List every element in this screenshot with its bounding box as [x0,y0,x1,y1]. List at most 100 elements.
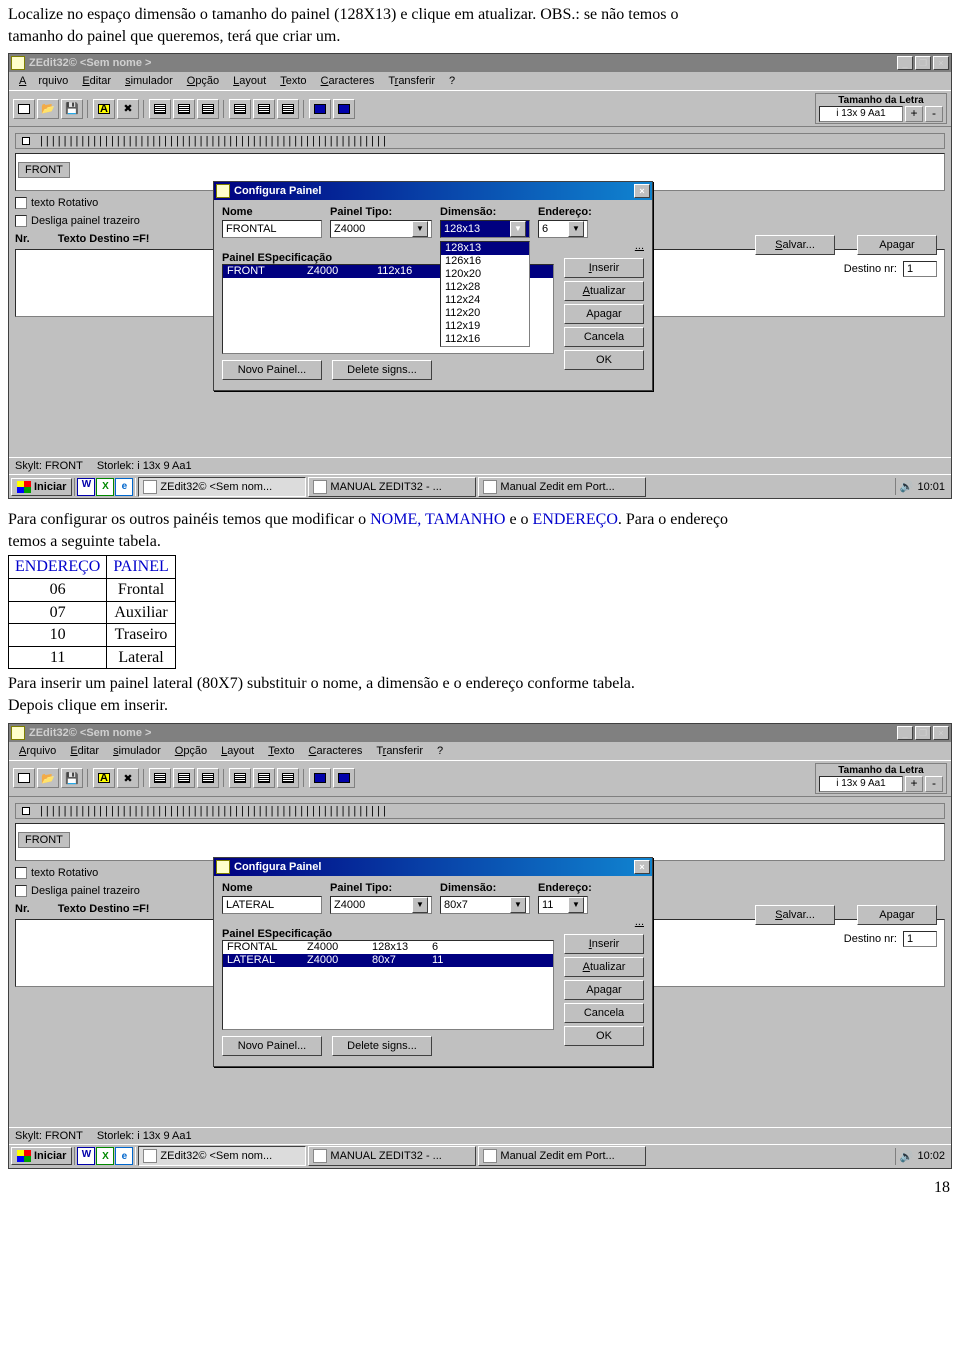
tool-align1-icon[interactable] [149,768,171,788]
ok-button[interactable]: OK [564,1026,644,1046]
chevron-down-icon[interactable]: ▼ [510,221,526,237]
endereco-combo[interactable]: 11▼ [538,896,588,914]
taskbar-item[interactable]: ZEdit32© <Sem nom... [138,1146,306,1166]
menu-caracteres[interactable]: Caracteres [303,744,369,758]
taskbar-item[interactable]: Manual Zedit em Port... [478,1146,646,1166]
dialog-close-button[interactable]: × [634,860,650,874]
tool-a-icon[interactable]: A [93,99,115,119]
taskbar-item[interactable]: Manual Zedit em Port... [478,477,646,497]
tray-icon[interactable]: 🔊 [900,1150,914,1163]
tipo-combo[interactable]: Z4000▼ [330,220,432,238]
table-row[interactable]: FRONTAL Z4000 128x13 6 [223,941,553,954]
font-size-plus[interactable]: + [905,106,923,122]
close-button[interactable]: × [933,56,949,70]
cancela-button[interactable]: Cancela [564,1003,644,1023]
menu-transferir[interactable]: Transferir [382,74,441,88]
list-item[interactable]: 112x28 [441,281,529,294]
tool-open-icon[interactable]: 📂 [37,99,59,119]
cancela-button[interactable]: Cancela [564,327,644,347]
tool-align3-icon[interactable] [197,99,219,119]
tool-align6-icon[interactable] [277,99,299,119]
font-size-minus[interactable]: - [925,106,943,122]
endereco-combo[interactable]: 6▼ [538,220,588,238]
font-size-minus[interactable]: - [925,776,943,792]
espec-listbox[interactable]: FRONTAL Z4000 128x13 6 LATERAL Z4000 80x… [222,940,554,1030]
close-button[interactable]: × [933,726,949,740]
table-row[interactable]: LATERAL Z4000 80x7 11 [223,954,553,967]
maximize-button[interactable]: ❐ [915,56,931,70]
menu-simulador[interactable]: simulador [107,744,167,758]
tool-align2-icon[interactable] [173,768,195,788]
tool-open-icon[interactable]: 📂 [37,768,59,788]
tool-blue1-icon[interactable] [309,768,331,788]
list-item[interactable]: 112x19 [441,320,529,333]
maximize-button[interactable]: ❐ [915,726,931,740]
dimensao-combo[interactable]: 128x13▼ [440,220,530,238]
tool-save-icon[interactable]: 💾 [61,768,83,788]
tool-blue2-icon[interactable] [333,99,355,119]
nome-input[interactable]: LATERAL [222,896,322,914]
start-button[interactable]: Iniciar [11,478,72,496]
taskbar-item[interactable]: ZEdit32© <Sem nom... [138,477,306,497]
salvar-button[interactable]: Salvar... [755,905,835,925]
tool-x-icon[interactable]: ✖ [117,768,139,788]
menu-simulador[interactable]: simulador [119,74,179,88]
tool-align5-icon[interactable] [253,768,275,788]
atualizar-button[interactable]: Atualizar [564,957,644,977]
tool-new-icon[interactable] [13,768,35,788]
tool-save-icon[interactable]: 💾 [61,99,83,119]
checkbox-desliga[interactable] [15,885,27,897]
tool-blue2-icon[interactable] [333,768,355,788]
menu-arquivo[interactable]: Arquivo [13,74,74,88]
chevron-down-icon[interactable]: ▼ [510,897,526,913]
menu-texto[interactable]: Texto [262,744,300,758]
dimensao-dropdown[interactable]: 128x13 126x16 120x20 112x28 112x24 112x2… [440,241,530,347]
menu-editar[interactable]: Editar [64,744,105,758]
list-item[interactable]: 128x13 [441,242,529,255]
taskbar-item[interactable]: MANUAL ZEDIT32 - ... [308,477,476,497]
chevron-down-icon[interactable]: ▼ [412,221,428,237]
list-item[interactable]: 112x24 [441,294,529,307]
tool-align5-icon[interactable] [253,99,275,119]
delete-signs-button[interactable]: Delete signs... [332,360,432,380]
novo-painel-button[interactable]: Novo Painel... [222,360,322,380]
list-item[interactable]: 112x20 [441,307,529,320]
tool-new-icon[interactable] [13,99,35,119]
tool-x-icon[interactable]: ✖ [117,99,139,119]
apagar-dialog-button[interactable]: Apagar [564,304,644,324]
novo-painel-button[interactable]: Novo Painel... [222,1036,322,1056]
tool-align6-icon[interactable] [277,768,299,788]
checkbox-rotativo[interactable] [15,867,27,879]
menu-transferir[interactable]: Transferir [370,744,429,758]
dimensao-combo[interactable]: 80x7▼ [440,896,530,914]
ie-icon[interactable]: e [115,1147,133,1165]
apagar-dialog-button[interactable]: Apagar [564,980,644,1000]
word-icon[interactable]: W [77,1147,95,1165]
chevron-down-icon[interactable]: ▼ [412,897,428,913]
tool-blue1-icon[interactable] [309,99,331,119]
destino-input[interactable]: 1 [903,261,937,277]
tool-align1-icon[interactable] [149,99,171,119]
atualizar-button[interactable]: Atualizar [564,281,644,301]
tray-icon[interactable]: 🔊 [900,480,914,493]
list-item[interactable]: 112x16 [441,333,529,346]
ie-icon[interactable]: e [115,478,133,496]
start-button[interactable]: Iniciar [11,1147,72,1165]
main-panel[interactable]: FRONT [15,823,945,861]
inserir-button[interactable]: Inserir [564,258,644,278]
taskbar-item[interactable]: MANUAL ZEDIT32 - ... [308,1146,476,1166]
dots-button[interactable]: ... [635,916,644,928]
checkbox-rotativo[interactable] [15,197,27,209]
tool-a-icon[interactable]: A [93,768,115,788]
menu-editar[interactable]: Editar [76,74,117,88]
dialog-close-button[interactable]: × [634,184,650,198]
list-item[interactable]: 126x16 [441,255,529,268]
menu-layout[interactable]: Layout [227,74,272,88]
font-size-plus[interactable]: + [905,776,923,792]
menu-texto[interactable]: Texto [274,74,312,88]
word-icon[interactable]: W [77,478,95,496]
font-size-value[interactable]: i 13x 9 Aa1 [819,776,903,792]
chevron-down-icon[interactable]: ▼ [568,897,584,913]
tipo-combo[interactable]: Z4000▼ [330,896,432,914]
destino-input[interactable]: 1 [903,931,937,947]
